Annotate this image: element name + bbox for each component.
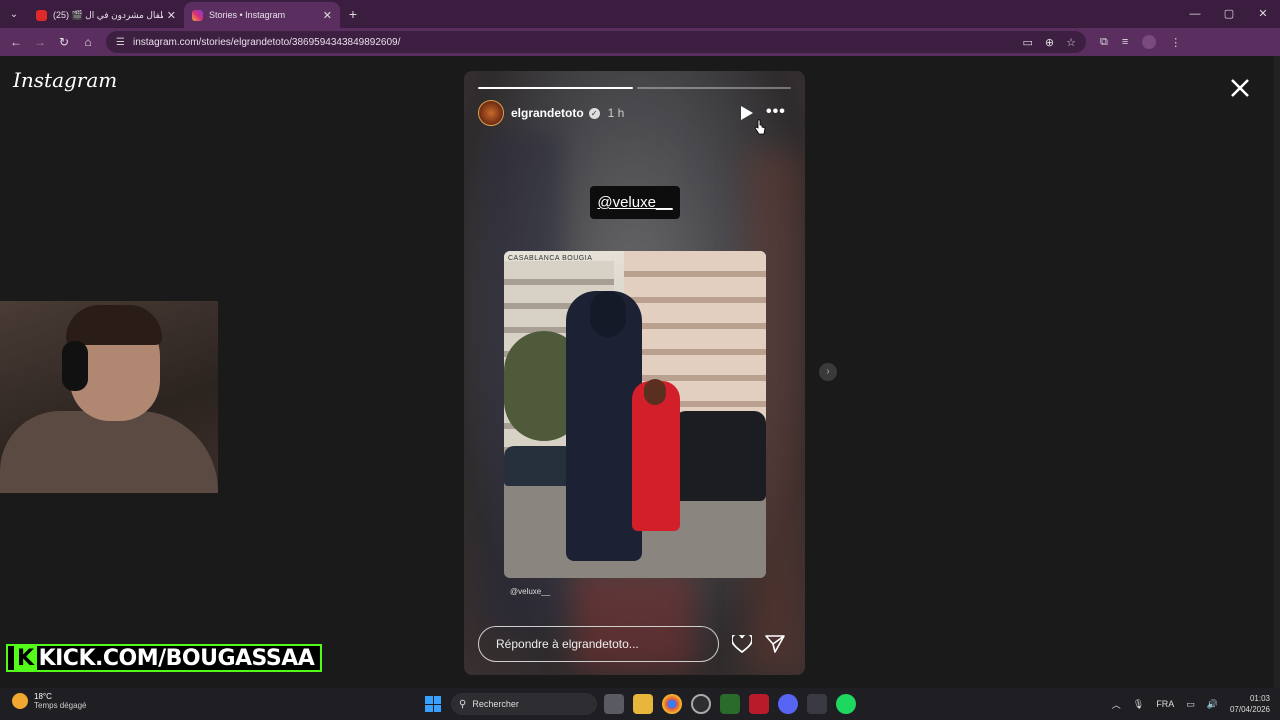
weather-widget[interactable]: 18°C Temps dégagé bbox=[12, 692, 86, 710]
weather-desc: Temps dégagé bbox=[34, 701, 87, 710]
language-indicator[interactable]: FRA bbox=[1156, 699, 1174, 709]
photo-credit[interactable]: @veluxe__ bbox=[510, 587, 550, 596]
url-text: instagram.com/stories/elgrandetoto/38695… bbox=[132, 36, 401, 48]
minimize-button[interactable]: — bbox=[1178, 0, 1212, 28]
tab-close-icon[interactable]: ✕ bbox=[167, 9, 176, 22]
media-control-icon[interactable]: ≡ bbox=[1122, 36, 1128, 48]
streamer-webcam bbox=[0, 301, 218, 493]
tab-instagram[interactable]: Stories • Instagram ✕ bbox=[184, 2, 340, 28]
weather-moon-icon bbox=[12, 693, 28, 709]
play-icon[interactable] bbox=[740, 105, 754, 121]
photo-man-head bbox=[590, 291, 626, 337]
headset-icon bbox=[62, 341, 88, 391]
avatar[interactable] bbox=[478, 100, 504, 126]
tray-chevron-icon[interactable]: ︿ bbox=[1112, 698, 1121, 711]
weather-temp: 18°C bbox=[34, 692, 52, 701]
bookmark-star-icon[interactable]: ☆ bbox=[1066, 36, 1076, 49]
browser-menu-icon[interactable]: ⋮ bbox=[1170, 36, 1181, 49]
toolbar-right: ⧉ ≡ ⋮ bbox=[1100, 35, 1181, 49]
photo-woman-head bbox=[644, 379, 666, 405]
story-time: 1 h bbox=[607, 106, 625, 120]
kick-banner-text: KICK.COM/BOUGASSAA bbox=[38, 645, 315, 671]
tab-search-chevron-icon[interactable]: ⌄ bbox=[0, 0, 28, 28]
window-controls: — ▢ ✕ bbox=[1178, 0, 1280, 28]
taskbar-search[interactable]: ⚲ Rechercher bbox=[451, 693, 597, 715]
youtube-favicon-icon bbox=[36, 9, 47, 21]
volume-icon[interactable]: 🔊 bbox=[1207, 699, 1218, 710]
kick-app-icon[interactable] bbox=[720, 694, 740, 714]
reload-icon[interactable]: ↻ bbox=[52, 35, 76, 49]
story-progress-bar bbox=[478, 87, 791, 89]
send-icon[interactable] bbox=[765, 635, 785, 653]
new-tab-button[interactable]: + bbox=[340, 6, 366, 22]
chrome-icon[interactable] bbox=[662, 694, 682, 714]
url-input[interactable]: ☰ instagram.com/stories/elgrandetoto/386… bbox=[106, 31, 1086, 53]
back-arrow-icon[interactable]: ← bbox=[4, 35, 28, 49]
clock-date: 07/04/2026 bbox=[1229, 705, 1270, 714]
instagram-logo[interactable]: Instagram bbox=[13, 68, 117, 92]
browser-tab-bar: ⌄ (25) 🎬 اطفال مشردون في ال... ✕ Stories… bbox=[0, 0, 1280, 28]
mention-sticker[interactable]: @veluxe__ bbox=[590, 186, 680, 219]
instagram-favicon-icon bbox=[192, 9, 203, 21]
extensions-puzzle-icon[interactable]: ⧉ bbox=[1100, 36, 1108, 49]
obs-icon[interactable] bbox=[691, 694, 711, 714]
task-view-icon[interactable] bbox=[604, 694, 624, 714]
photo-car-right bbox=[674, 411, 766, 501]
instagram-story-viewer: Instagram K KICK.COM/BOUGASSAA elgrandet… bbox=[0, 56, 1280, 688]
more-options-button[interactable]: ••• bbox=[766, 103, 786, 121]
photo-car-left bbox=[504, 446, 574, 486]
like-heart-icon[interactable] bbox=[732, 635, 752, 653]
cast-icon[interactable]: ▭ bbox=[1023, 36, 1033, 49]
system-tray: ︿ 🎙 FRA ▭ 🔊 01:03 07/04/2026 bbox=[1112, 688, 1270, 720]
omnibox-actions: ▭ ⊕ ☆ bbox=[1023, 36, 1077, 49]
hand-cursor-icon bbox=[754, 119, 766, 135]
acrobat-icon[interactable] bbox=[749, 694, 769, 714]
tab-title: Stories • Instagram bbox=[209, 10, 286, 20]
verified-badge-icon: ✓ bbox=[588, 107, 600, 119]
address-bar-row: ← → ↻ ⌂ ☰ instagram.com/stories/elgrande… bbox=[0, 28, 1280, 56]
search-icon: ⚲ bbox=[459, 698, 467, 710]
restore-button[interactable]: ▢ bbox=[1212, 0, 1246, 28]
story-card[interactable]: elgrandetoto ✓ 1 h ••• @veluxe__ CASABLA… bbox=[464, 71, 805, 675]
microphone-icon[interactable]: 🎙 bbox=[1133, 699, 1144, 710]
story-header: elgrandetoto ✓ 1 h ••• bbox=[478, 99, 791, 135]
story-username[interactable]: elgrandetoto bbox=[511, 106, 584, 120]
profile-avatar[interactable] bbox=[1142, 35, 1157, 49]
taskbar-apps bbox=[604, 694, 856, 714]
site-settings-icon[interactable]: ☰ bbox=[116, 37, 125, 48]
story-photo: CASABLANCA BOUGIA bbox=[504, 251, 766, 578]
next-story-button[interactable]: › bbox=[819, 363, 837, 381]
reply-input[interactable]: Répondre à elgrandetoto... bbox=[478, 626, 719, 662]
close-story-icon[interactable] bbox=[1226, 74, 1254, 102]
page-scrollbar[interactable] bbox=[1274, 56, 1280, 688]
file-explorer-icon[interactable] bbox=[633, 694, 653, 714]
taskbar-search-label: Rechercher bbox=[472, 699, 519, 709]
tab-close-icon[interactable]: ✕ bbox=[323, 9, 332, 22]
progress-segment bbox=[636, 87, 791, 89]
forward-arrow-icon[interactable]: → bbox=[28, 35, 52, 49]
clock-time: 01:03 bbox=[1249, 694, 1270, 703]
windows-taskbar: 18°C Temps dégagé ⚲ Rechercher ︿ 🎙 FRA ▭… bbox=[0, 688, 1280, 720]
close-window-button[interactable]: ✕ bbox=[1246, 0, 1280, 28]
store-icon[interactable] bbox=[807, 694, 827, 714]
zoom-icon[interactable]: ⊕ bbox=[1045, 36, 1054, 49]
kick-k: K bbox=[14, 645, 37, 671]
home-icon[interactable]: ⌂ bbox=[76, 35, 100, 49]
tab-youtube[interactable]: (25) 🎬 اطفال مشردون في ال... ✕ bbox=[28, 2, 184, 28]
webcam-hair bbox=[66, 305, 162, 345]
network-icon[interactable]: ▭ bbox=[1186, 699, 1195, 710]
photo-caption: CASABLANCA BOUGIA bbox=[508, 255, 593, 262]
discord-icon[interactable] bbox=[778, 694, 798, 714]
spotify-icon[interactable] bbox=[836, 694, 856, 714]
kick-banner: K KICK.COM/BOUGASSAA bbox=[6, 644, 323, 672]
webcam-body bbox=[0, 411, 218, 493]
taskbar-clock[interactable]: 01:03 07/04/2026 bbox=[1230, 693, 1270, 715]
windows-start-icon[interactable] bbox=[425, 696, 441, 712]
progress-fill bbox=[478, 87, 633, 89]
progress-segment bbox=[478, 87, 633, 89]
tab-title: (25) 🎬 اطفال مشردون في ال... bbox=[53, 9, 163, 20]
